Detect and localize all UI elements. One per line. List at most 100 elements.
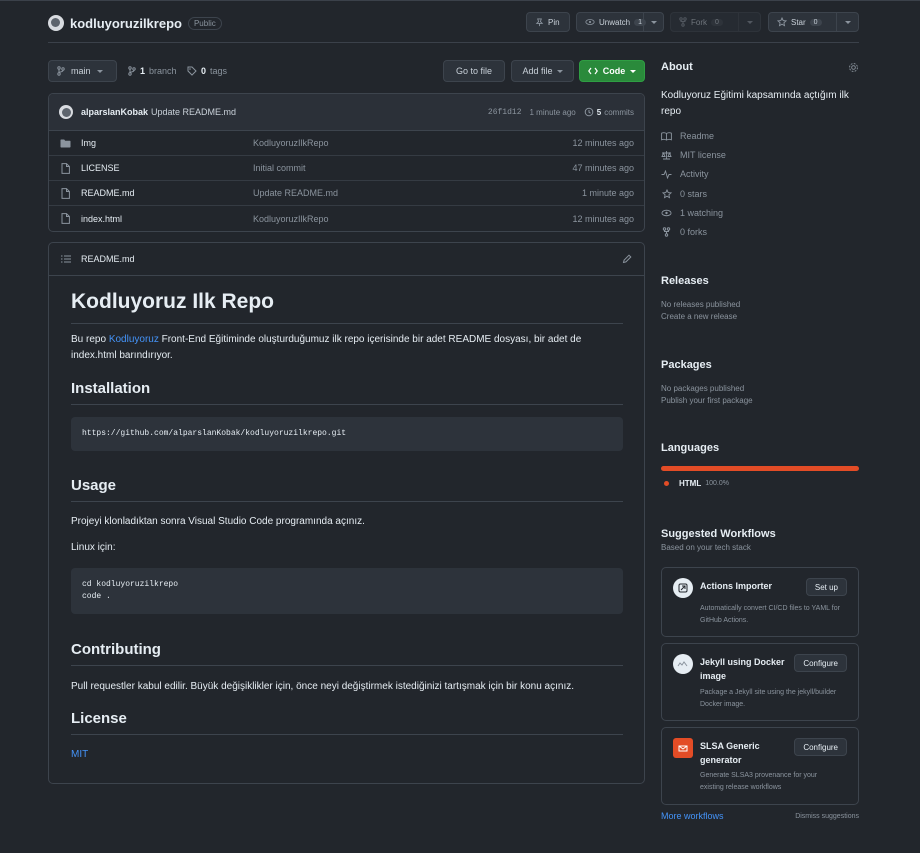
unwatch-label: Unwatch <box>599 17 631 27</box>
usage-code-line: code . <box>82 592 111 601</box>
star-button[interactable]: Star 0 <box>769 13 836 31</box>
unwatch-button[interactable]: Unwatch 1 <box>577 13 647 31</box>
file-commit-message[interactable]: Update README.md <box>253 188 582 198</box>
fork-dropdown[interactable] <box>738 13 760 31</box>
kodluyoruz-link[interactable]: Kodluyoruz <box>109 334 159 345</box>
dismiss-suggestions-link[interactable]: Dismiss suggestions <box>795 813 859 820</box>
gear-icon[interactable] <box>848 62 859 73</box>
star-dropdown[interactable] <box>836 13 858 31</box>
language-item[interactable]: HTML 100.0% <box>664 479 729 488</box>
repo-name[interactable]: kodluyoruzilkrepo <box>70 16 182 31</box>
workflow-description: Generate SLSA3 provenance for your exist… <box>700 772 818 791</box>
star-icon <box>777 17 787 27</box>
readme-intro: Bu repo Kodluyoruz Front-End Eğitiminde … <box>71 332 623 364</box>
file-name[interactable]: LICENSE <box>81 163 253 173</box>
about-meta-item[interactable]: Activity <box>661 169 709 179</box>
about-description: Kodluyoruz Eğitimi kapsamında açtığım il… <box>661 90 849 117</box>
about-meta-item[interactable]: 1 watching <box>661 208 723 218</box>
star-icon <box>661 188 672 199</box>
owner-avatar[interactable] <box>48 15 64 31</box>
packages-heading[interactable]: Packages <box>661 359 859 371</box>
file-name[interactable]: Img <box>81 138 253 148</box>
file-commit-message[interactable]: KodluyoruzIlkRepo <box>253 214 572 224</box>
about-meta-label: 1 watching <box>680 207 724 218</box>
commits-label: commits <box>604 107 634 117</box>
workflow-description: Package a Jekyll site using the jekyll/b… <box>700 689 837 708</box>
list-icon[interactable] <box>61 255 71 263</box>
star-button-group[interactable]: Star 0 <box>768 12 859 32</box>
intro-text: Bu repo <box>71 334 109 345</box>
about-meta-label: Activity <box>680 169 709 180</box>
actions-importer-icon <box>673 578 693 598</box>
pin-icon <box>535 17 544 27</box>
commits-link[interactable]: 5 commits <box>584 107 634 117</box>
branches-link[interactable]: 1 branch <box>128 66 177 76</box>
file-row[interactable]: README.md Update README.md 1 minute ago <box>49 181 644 206</box>
author-avatar[interactable] <box>59 105 73 119</box>
file-row[interactable]: Img KodluyoruzIlkRepo 12 minutes ago <box>49 131 644 156</box>
pencil-icon[interactable] <box>622 254 632 264</box>
add-file-button[interactable]: Add file <box>511 60 574 82</box>
chevron-down-icon <box>556 69 563 73</box>
publish-package-link[interactable]: Publish your first package <box>661 396 859 405</box>
workflows-footer: More workflows Dismiss suggestions <box>661 811 859 821</box>
language-percent: 100.0% <box>705 480 729 487</box>
fork-button-group[interactable]: Fork 0 <box>670 12 761 32</box>
tags-link[interactable]: 0 tags <box>187 66 227 76</box>
go-to-file-button[interactable]: Go to file <box>443 60 505 82</box>
releases-section: Releases No releases published Create a … <box>661 275 859 321</box>
usage-code-line: cd kodluyoruzilkrepo <box>82 580 179 589</box>
tag-icon <box>187 66 197 76</box>
configure-workflow-button[interactable]: Configure <box>794 654 847 672</box>
languages-heading: Languages <box>661 442 720 454</box>
languages-section: Languages <box>661 442 859 454</box>
workflows-section: Suggested Workflows Based on your tech s… <box>661 528 859 552</box>
about-meta-item[interactable]: 0 forks <box>661 227 707 237</box>
workflow-card: Actions Importer Automatically convert C… <box>661 567 859 637</box>
file-row[interactable]: index.html KodluyoruzIlkRepo 12 minutes ag… <box>49 206 644 231</box>
chevron-down-icon <box>746 20 753 24</box>
tags-count: 0 <box>201 66 207 76</box>
history-icon <box>584 107 594 117</box>
about-meta-label: Readme <box>680 131 715 141</box>
commit-message[interactable]: Update README.md <box>151 107 236 117</box>
about-meta-item[interactable]: 0 stars <box>661 188 707 199</box>
mit-link[interactable]: MIT <box>71 749 88 760</box>
watch-button-group[interactable]: Unwatch 1 <box>576 12 664 32</box>
contributing-heading: Contributing <box>71 641 623 666</box>
file-browser: alparslanKobak Update README.md 26f1d12 … <box>48 93 645 232</box>
create-release-link[interactable]: Create a new release <box>661 312 859 321</box>
readme-filename: README.md <box>81 254 135 264</box>
language-bar-html <box>661 466 859 471</box>
pin-button[interactable]: Pin <box>526 12 570 32</box>
file-commit-message[interactable]: KodluyoruzIlkRepo <box>253 138 572 148</box>
commit-author[interactable]: alparslanKobak <box>81 107 148 117</box>
fork-button[interactable]: Fork 0 <box>671 13 738 31</box>
install-code: https://github.com/alparslanKobak/kodluy… <box>82 429 347 438</box>
branch-icon <box>57 66 65 76</box>
file-icon <box>59 162 71 174</box>
file-age: 12 minutes ago <box>572 213 634 224</box>
file-name[interactable]: README.md <box>81 188 253 198</box>
file-name[interactable]: index.html <box>81 214 253 224</box>
more-workflows-link[interactable]: More workflows <box>661 811 724 821</box>
about-meta-label: MIT license <box>680 150 726 161</box>
code-button[interactable]: Code <box>579 60 645 82</box>
workflows-subheading: Based on your tech stack <box>661 543 751 552</box>
setup-workflow-button[interactable]: Set up <box>805 578 847 596</box>
contributing-text: Pull requestler kabul edilir. Büyük deği… <box>71 681 574 692</box>
configure-workflow-button[interactable]: Configure <box>794 738 847 756</box>
about-meta-item[interactable]: Readme <box>661 131 714 141</box>
releases-heading[interactable]: Releases <box>661 275 859 287</box>
workflow-title: SLSA Generic generator <box>700 741 760 765</box>
file-list: Img KodluyoruzIlkRepo 12 minutes ago LICENS… <box>49 131 644 231</box>
file-row[interactable]: LICENSE Initial commit 47 minutes ago <box>49 156 644 181</box>
file-commit-message[interactable]: Initial commit <box>253 163 572 173</box>
about-meta-label: 0 forks <box>680 227 708 237</box>
watch-dropdown[interactable] <box>643 13 663 31</box>
branch-icon <box>128 66 136 76</box>
commit-hash[interactable]: 26f1d12 <box>488 108 522 117</box>
license-heading: License <box>71 710 623 735</box>
about-meta-item[interactable]: MIT license <box>661 150 726 160</box>
branch-selector[interactable]: main <box>48 60 117 82</box>
